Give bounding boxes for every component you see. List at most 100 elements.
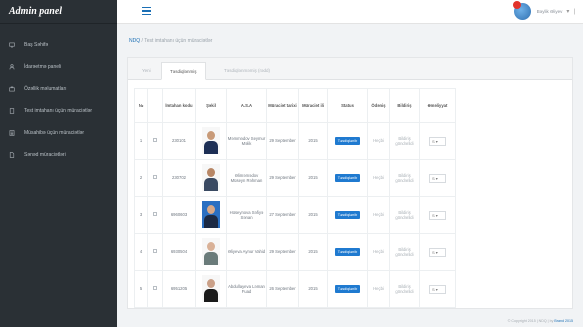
table-row: 5 6951205 Abdullayeva Ləman Fuad 26 Sept… bbox=[134, 270, 456, 308]
applications-panel: Yeni Təsdiqlənmiş Təsdiqlənməmiş (rədd) … bbox=[127, 57, 573, 309]
applicant-name: Əliyeva Aynur Vahid bbox=[226, 233, 267, 271]
row-checkbox[interactable] bbox=[153, 212, 157, 217]
sidebar-item-features[interactable]: Özəllik məlumatları bbox=[0, 78, 117, 100]
briefcase-icon bbox=[8, 86, 15, 93]
sidebar: Admin panel Baş Səhifə İdarəetmə paneli … bbox=[0, 0, 117, 327]
action-select-value: S bbox=[432, 249, 435, 255]
footer-brand-link[interactable]: Brand 2015 bbox=[554, 319, 573, 323]
notice-status: Bildiriş göndərildi bbox=[389, 122, 420, 160]
column-header-name[interactable]: A.S.A bbox=[226, 88, 267, 123]
notice-status: Bildiriş göndərildi bbox=[389, 159, 420, 197]
tab-approved[interactable]: Təsdiqlənmiş bbox=[161, 62, 206, 80]
applicant-photo bbox=[202, 126, 220, 154]
application-year: 2015 bbox=[298, 233, 328, 271]
row-number: 2 bbox=[134, 159, 148, 197]
row-checkbox[interactable] bbox=[153, 138, 157, 143]
table-row: 4 6930504 Əliyeva Aynur Vahid 29 Septemb… bbox=[134, 233, 456, 271]
row-number: 1 bbox=[134, 122, 148, 160]
row-checkbox[interactable] bbox=[153, 175, 157, 180]
user-menu[interactable]: Bəylik Əliyev ▾ | bbox=[512, 1, 575, 20]
column-header-year[interactable]: Müraciət ili bbox=[298, 88, 328, 123]
column-header-number[interactable]: № bbox=[134, 88, 148, 123]
row-checkbox[interactable] bbox=[153, 286, 157, 291]
menu-toggle-icon[interactable] bbox=[142, 7, 151, 16]
column-header-notice[interactable]: Bildiriş bbox=[389, 88, 420, 123]
action-select[interactable]: S ▾ bbox=[429, 247, 446, 257]
payment-status: Heçbi bbox=[367, 270, 390, 308]
notice-status: Bildiriş göndərildi bbox=[389, 270, 420, 308]
notice-status: Bildiriş göndərildi bbox=[389, 233, 420, 271]
application-date: 29 September bbox=[266, 233, 299, 271]
application-date: 27 September bbox=[266, 196, 299, 234]
breadcrumb-current: Test imtahanı üçün müraciətlər bbox=[144, 38, 213, 44]
applicant-name: Abdullayeva Ləman Fuad bbox=[226, 270, 267, 308]
status-button[interactable]: Təsdiqlənib bbox=[334, 247, 361, 257]
tab-new[interactable]: Yeni bbox=[134, 62, 159, 80]
applicant-photo bbox=[202, 200, 220, 228]
footer: © Copyright 2015 | NDQ | by Brand 2015 bbox=[508, 319, 573, 323]
status-button[interactable]: Təsdiqlənib bbox=[334, 284, 361, 294]
action-select-value: S bbox=[432, 138, 435, 144]
main-content: NDQ / Test imtahanı üçün müraciətlər Yen… bbox=[117, 24, 583, 327]
footer-copyright: © Copyright 2015 | NDQ | by bbox=[507, 319, 554, 323]
action-select-value: S bbox=[432, 212, 435, 218]
separator: | bbox=[573, 8, 575, 15]
tab-rejected[interactable]: Təsdiqlənməmiş (rədd) bbox=[216, 62, 278, 80]
sidebar-item-label: Baş Səhifə bbox=[24, 42, 49, 48]
row-checkbox[interactable] bbox=[153, 249, 157, 254]
sidebar-item-label: Özəllik məlumatları bbox=[24, 86, 67, 92]
sidebar-item-document-applications[interactable]: Sənəd müraciətləri bbox=[0, 144, 117, 166]
action-select[interactable]: S ▾ bbox=[429, 136, 446, 146]
sidebar-item-interview-applications[interactable]: Müsahibə üçün müraciətlər bbox=[0, 122, 117, 144]
notice-status: Bildiriş göndərildi bbox=[389, 196, 420, 234]
application-year: 2015 bbox=[298, 159, 328, 197]
sidebar-item-label: Müsahibə üçün müraciətlər bbox=[24, 130, 85, 136]
application-date: 29 September bbox=[266, 122, 299, 160]
action-select[interactable]: S ▾ bbox=[429, 173, 446, 183]
action-select[interactable]: S ▾ bbox=[429, 210, 446, 220]
payment-status: Heçbi bbox=[367, 233, 390, 271]
applicant-name: Məmmədov Seymur Məlik bbox=[226, 122, 267, 160]
status-button[interactable]: Təsdiqlənib bbox=[334, 210, 361, 220]
column-header-payment[interactable]: Ödəniş bbox=[367, 88, 390, 123]
column-header-photo: Şəkil bbox=[195, 88, 227, 123]
sidebar-item-label: İdarəetmə paneli bbox=[24, 64, 62, 70]
notification-badge[interactable] bbox=[512, 1, 521, 9]
applicant-name: Hüseynova Səfiyə Sənan bbox=[226, 196, 267, 234]
applications-table: № İmtahan kodu Şəkil A.S.A Müraciət tari… bbox=[134, 88, 456, 308]
payment-status: Heçbi bbox=[367, 196, 390, 234]
column-header-status[interactable]: Status bbox=[327, 88, 368, 123]
table-row: 2 230702 Əliməmədov Müseyn Rəhman 29 Sep… bbox=[134, 159, 456, 197]
brand-title[interactable]: Admin panel bbox=[0, 0, 117, 24]
sidebar-item-label: Sənəd müraciətləri bbox=[24, 152, 66, 158]
breadcrumb: NDQ / Test imtahanı üçün müraciətlər bbox=[129, 38, 212, 44]
action-select[interactable]: S ▾ bbox=[429, 284, 446, 294]
breadcrumb-home-link[interactable]: NDQ bbox=[129, 38, 140, 44]
sidebar-item-test-applications[interactable]: Test imtahanı üçün müraciətlər bbox=[0, 100, 117, 122]
applicant-photo bbox=[202, 237, 220, 265]
monitor-icon bbox=[8, 42, 15, 49]
document-icon bbox=[8, 108, 15, 115]
document-list-icon bbox=[8, 130, 15, 137]
user-name[interactable]: Bəylik Əliyev bbox=[537, 9, 563, 14]
table-header-row: № İmtahan kodu Şəkil A.S.A Müraciət tari… bbox=[134, 88, 456, 123]
row-number: 4 bbox=[134, 233, 148, 271]
status-button[interactable]: Təsdiqlənib bbox=[334, 136, 361, 146]
application-date: 26 September bbox=[266, 270, 299, 308]
sidebar-item-home[interactable]: Baş Səhifə bbox=[0, 34, 117, 56]
status-button[interactable]: Təsdiqlənib bbox=[334, 173, 361, 183]
top-bar: Bəylik Əliyev ▾ | bbox=[117, 0, 583, 24]
sidebar-item-label: Test imtahanı üçün müraciətlər bbox=[24, 108, 93, 114]
tab-bar: Yeni Təsdiqlənmiş Təsdiqlənməmiş (rədd) bbox=[128, 58, 572, 80]
chevron-down-icon[interactable]: ▾ bbox=[566, 8, 569, 15]
exam-code: 230101 bbox=[162, 122, 196, 160]
avatar[interactable] bbox=[512, 1, 531, 20]
application-year: 2015 bbox=[298, 270, 328, 308]
sidebar-item-admin-panel[interactable]: İdarəetmə paneli bbox=[0, 56, 117, 78]
row-number: 3 bbox=[134, 196, 148, 234]
exam-code: 230702 bbox=[162, 159, 196, 197]
payment-status: Heçbi bbox=[367, 122, 390, 160]
column-header-date[interactable]: Müraciət tarixi bbox=[266, 88, 299, 123]
column-header-code[interactable]: İmtahan kodu bbox=[162, 88, 196, 123]
exam-code: 6960603 bbox=[162, 196, 196, 234]
